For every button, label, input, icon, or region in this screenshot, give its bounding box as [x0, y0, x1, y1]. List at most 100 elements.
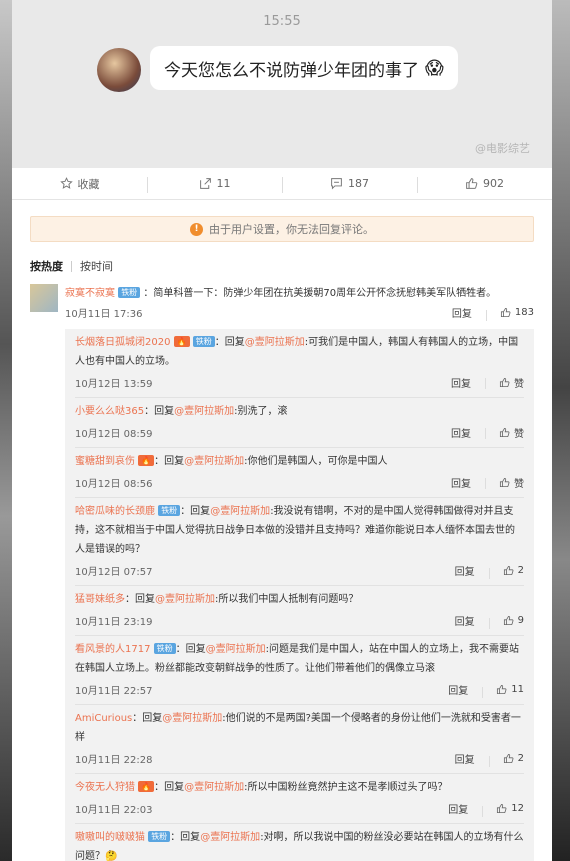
- reply-like-button[interactable]: 2: [488, 752, 524, 767]
- share-button[interactable]: 11: [147, 177, 282, 193]
- reply-button[interactable]: 回复: [451, 375, 471, 390]
- reply-author[interactable]: AmiCurious: [75, 713, 132, 724]
- reply-button[interactable]: 回复: [448, 801, 468, 816]
- share-count: 11: [216, 177, 231, 190]
- reply-like-button[interactable]: 9: [488, 615, 524, 629]
- reply-meta: 10月11日 22:03 回复 12: [75, 797, 524, 819]
- fan-badge: 铁粉: [158, 505, 181, 516]
- chat-bubble-text: 今天您怎么不说防弹少年团的事了: [164, 60, 419, 81]
- comment-button[interactable]: 187: [282, 177, 417, 193]
- reply-author[interactable]: 蜜糖甜到哀伤: [75, 456, 135, 467]
- mention-link[interactable]: @壹阿拉斯加: [174, 406, 234, 417]
- reply-prefix: ：回复: [154, 456, 185, 467]
- reply-author[interactable]: 长烟落日孤城闭2020: [75, 337, 170, 348]
- reply-prefix: ：回复: [125, 594, 155, 605]
- mention-link[interactable]: @壹阿拉斯加: [184, 782, 244, 793]
- background-left: [0, 0, 12, 861]
- reply-prefix: ：回复: [132, 713, 163, 724]
- reply-body: 蜜糖甜到哀伤 🔥 ：回复@壹阿拉斯加:你他们是韩国人，可你是中国人: [75, 452, 524, 471]
- reply-body: 今夜无人狩猎 🔥 ：回复@壹阿拉斯加:所以中国粉丝竟然护主这不是孝顺过头了吗？: [75, 778, 524, 797]
- mention-link[interactable]: @壹阿拉斯加: [206, 644, 266, 655]
- mention-link[interactable]: @壹阿拉斯加: [245, 337, 305, 348]
- fan-badge: 铁粉: [192, 336, 215, 347]
- reply-list: 长烟落日孤城闭2020 🔥 铁粉 ：回复@壹阿拉斯加:可我们是中国人，韩国人有韩国…: [65, 329, 534, 861]
- reply-author[interactable]: 小要么么哒365: [75, 406, 144, 417]
- reply-like-count: 11: [511, 683, 524, 695]
- reply-button[interactable]: 回复: [455, 751, 475, 766]
- reply-prefix: ：回复: [214, 337, 245, 348]
- avatar[interactable]: [30, 284, 58, 312]
- reply-button[interactable]: 回复: [452, 305, 472, 320]
- action-bar: 收藏 11 187 902: [12, 168, 552, 200]
- reply-time: 10月12日 08:56: [75, 478, 153, 490]
- favorite-button[interactable]: 收藏: [12, 176, 147, 192]
- comment-like-button[interactable]: 183: [485, 306, 534, 321]
- reply-like-button[interactable]: 2: [488, 564, 524, 579]
- reply-body: 长烟落日孤城闭2020 🔥 铁粉 ：回复@壹阿拉斯加:可我们是中国人，韩国人有韩国…: [75, 333, 524, 371]
- sort-by-time-tab[interactable]: 按时间: [80, 258, 113, 274]
- sort-tabs: 按热度 按时间: [30, 258, 534, 274]
- reply-like-count: 赞: [514, 378, 524, 390]
- reply-like-button[interactable]: 12: [482, 803, 524, 817]
- reply-meta: 10月11日 22:57 回复 11: [75, 678, 524, 700]
- reply-button[interactable]: 回复: [455, 563, 475, 578]
- post-image[interactable]: 15:55 今天您怎么不说防弹少年团的事了 😱 @电影综艺: [12, 0, 552, 168]
- thumbs-up-icon: [497, 684, 507, 694]
- reply-notice: ! 由于用户设置，你无法回复评论。: [30, 216, 534, 242]
- reply-like-button[interactable]: 赞: [485, 425, 524, 440]
- thumbs-up-icon: [503, 565, 514, 575]
- reply-author[interactable]: 看风景的人1717: [75, 644, 150, 655]
- reply-text: :别洗了，滚: [234, 406, 288, 417]
- mention-link[interactable]: @壹阿拉斯加: [200, 832, 260, 843]
- reply-author[interactable]: 嗷嗷叫的啵啵猫: [75, 832, 145, 843]
- reply-label: 回复: [451, 308, 472, 320]
- reply-author[interactable]: 哈密瓜味的长颈鹿: [75, 506, 155, 517]
- reply-prefix: ：回复: [170, 832, 201, 843]
- comment-time: 10月11日 17:36: [65, 308, 143, 320]
- mention-link[interactable]: @壹阿拉斯加: [155, 594, 215, 605]
- reply-like-count: 2: [517, 752, 524, 764]
- like-button[interactable]: 902: [417, 177, 552, 193]
- reply-like-count: 赞: [514, 478, 524, 490]
- reply-author[interactable]: 今夜无人狩猎: [75, 782, 135, 793]
- reply-author[interactable]: 猛哥妹纸多: [75, 594, 125, 605]
- divider: [71, 260, 72, 272]
- reply-button[interactable]: 回复: [448, 682, 468, 697]
- mention-link[interactable]: @壹阿拉斯加: [184, 456, 244, 467]
- reply-like-button[interactable]: 赞: [485, 375, 524, 390]
- reply-body: 猛哥妹纸多：回复@壹阿拉斯加:所以我们中国人抵制有问题吗？: [75, 590, 524, 609]
- reply-like-button[interactable]: 11: [482, 683, 524, 698]
- notice-text: 由于用户设置，你无法回复评论。: [209, 223, 374, 236]
- reply-like-count: 2: [517, 564, 524, 576]
- reply-time: 10月11日 22:57: [75, 685, 153, 697]
- mention-link[interactable]: @壹阿拉斯加: [210, 506, 270, 517]
- reply-meta: 10月11日 23:19 回复 9: [75, 609, 524, 631]
- sort-by-hot-tab[interactable]: 按热度: [30, 258, 63, 274]
- fire-badge-icon: 🔥: [173, 336, 190, 347]
- reply-time: 10月12日 13:59: [75, 378, 153, 390]
- comments-section: ! 由于用户设置，你无法回复评论。 按热度 按时间 寂寞不寂寞 铁粉 ：简单科普…: [12, 200, 552, 861]
- fire-badge-icon: 🔥: [138, 781, 155, 792]
- reply-body: 小要么么哒365：回复@壹阿拉斯加:别洗了，滚: [75, 402, 524, 421]
- top-comment: 寂寞不寂寞 铁粉 ：简单科普一下：防弹少年团在抗美援朝70周年公开怀念抚慰韩美军…: [30, 284, 534, 321]
- reply-item: 长烟落日孤城闭2020 🔥 铁粉 ：回复@壹阿拉斯加:可我们是中国人，韩国人有韩国…: [75, 329, 524, 398]
- reply-button[interactable]: 回复: [451, 425, 471, 440]
- reply-time: 10月12日 07:57: [75, 566, 153, 578]
- thumbs-up-icon: [500, 307, 511, 317]
- reply-item: AmiCurious：回复@壹阿拉斯加:他们说的不是两国?美国一个侵略者的身份让…: [75, 705, 524, 774]
- reply-like-button[interactable]: 赞: [485, 475, 524, 490]
- reply-time: 10月12日 08:59: [75, 428, 153, 440]
- comment-like-count: 183: [514, 306, 534, 318]
- reply-prefix: ：回复: [180, 506, 211, 517]
- reply-label: 回复: [448, 804, 469, 816]
- reply-button[interactable]: 回复: [451, 475, 471, 490]
- share-icon: [199, 178, 211, 189]
- comment-author[interactable]: 寂寞不寂寞: [65, 288, 115, 299]
- thumbs-up-icon: [466, 178, 478, 189]
- like-count: 902: [483, 177, 504, 190]
- thumbs-up-icon: [497, 803, 507, 813]
- reply-item: 猛哥妹纸多：回复@壹阿拉斯加:所以我们中国人抵制有问题吗？ 10月11日 23:1…: [75, 586, 524, 636]
- reply-prefix: ：回复: [154, 782, 185, 793]
- mention-link[interactable]: @壹阿拉斯加: [162, 713, 222, 724]
- reply-button[interactable]: 回复: [455, 613, 475, 628]
